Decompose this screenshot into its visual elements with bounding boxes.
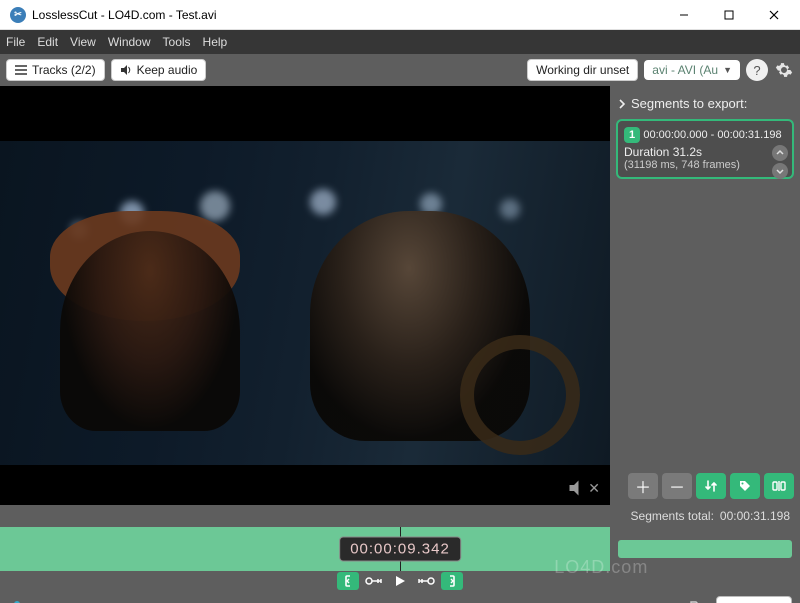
close-button[interactable] [751,0,796,30]
video-frame [0,141,610,465]
caret-down-icon: ▼ [723,65,732,75]
segment-number: 1 [624,127,640,143]
keep-audio-label: Keep audio [137,63,198,77]
prev-keyframe-button[interactable] [363,572,385,590]
format-label: avi - AVI (Au [652,63,718,77]
sort-segments-button[interactable] [696,473,726,499]
timeline[interactable]: 00:00:09.342 [0,527,800,571]
gear-icon [775,61,793,79]
segment-move-up[interactable] [772,145,788,161]
sort-icon [704,479,718,493]
minimize-button[interactable] [661,0,706,30]
mute-x-icon: ✕ [588,480,600,497]
remove-segment-button[interactable]: － [662,473,692,499]
segment-move-down[interactable] [772,163,788,179]
person-icon [8,599,26,603]
window-title: LosslessCut - LO4D.com - Test.avi [32,8,217,22]
segments-total-label: Segments total: [631,509,714,523]
set-cut-end-button[interactable] [441,572,463,590]
arrow-down-icon [776,167,784,175]
capture-frame-button[interactable] [8,599,26,603]
tracks-button[interactable]: Tracks (2/2) [6,59,105,81]
list-icon [15,65,27,75]
help-button[interactable]: ? [746,59,768,81]
mute-button[interactable]: ✕ [568,479,600,497]
minus-icon: － [669,474,685,498]
menu-file[interactable]: File [6,35,25,49]
segments-total-value: 00:00:31.198 [720,509,790,523]
segment-item[interactable]: 1 00:00:00.000 - 00:00:31.198 Duration 3… [616,119,794,179]
segment-actions: ＋ － [616,473,794,499]
play-icon [394,575,406,587]
maximize-button[interactable] [706,0,751,30]
video-player[interactable]: ✕ [0,86,610,505]
top-toolbar: Tracks (2/2) Keep audio Working dir unse… [0,54,800,86]
tag-segments-button[interactable] [730,473,760,499]
segment-duration: Duration 31.2s [624,145,786,159]
timeline-overview[interactable] [610,527,800,571]
working-dir-button[interactable]: Working dir unset [527,59,638,81]
key-next-icon [417,575,435,587]
segment-frames: (31198 ms, 748 frames) [624,159,786,171]
menu-tools[interactable]: Tools [163,35,191,49]
bottom-bar: LO4D.com Export [0,591,800,603]
play-button[interactable] [389,572,411,590]
help-label: ? [753,63,760,78]
export-button[interactable]: Export [716,596,792,603]
segments-total-bar: Segments total: 00:00:31.198 [0,505,800,527]
time-counter[interactable]: 00:00:09.342 [339,537,461,562]
menu-help[interactable]: Help [203,35,228,49]
playback-controls [0,571,800,591]
split-icon [772,479,786,493]
merge-button[interactable] [656,597,678,603]
tag-icon [738,479,752,493]
tag-button[interactable] [686,597,708,603]
window-titlebar: ✂ LosslessCut - LO4D.com - Test.avi [0,0,800,30]
format-select[interactable]: avi - AVI (Au ▼ [644,60,740,80]
plus-icon: ＋ [635,474,651,498]
bracket-left-icon [342,575,354,587]
segment-timerange: 00:00:00.000 - 00:00:31.198 [643,129,781,141]
speaker-mute-icon [568,479,586,497]
menu-window[interactable]: Window [108,35,151,49]
menu-edit[interactable]: Edit [37,35,58,49]
keep-audio-button[interactable]: Keep audio [111,59,207,81]
add-segment-button[interactable]: ＋ [628,473,658,499]
set-cut-start-button[interactable] [337,572,359,590]
key-prev-icon [365,575,383,587]
speaker-icon [120,64,132,76]
next-keyframe-button[interactable] [415,572,437,590]
main-area: ✕ Segments to export: 1 00:00:00.000 - 0… [0,86,800,505]
sidebar-header-label: Segments to export: [631,96,747,111]
settings-button[interactable] [774,60,794,80]
working-dir-label: Working dir unset [536,63,629,77]
app-icon: ✂ [10,7,26,23]
bracket-right-icon [446,575,458,587]
segments-sidebar: Segments to export: 1 00:00:00.000 - 00:… [610,86,800,505]
menu-view[interactable]: View [70,35,96,49]
menu-bar: File Edit View Window Tools Help [0,30,800,54]
tracks-label: Tracks (2/2) [32,63,96,77]
chevron-right-icon [618,99,626,109]
arrow-up-icon [776,149,784,157]
split-segments-button[interactable] [764,473,794,499]
sidebar-header[interactable]: Segments to export: [616,92,794,115]
